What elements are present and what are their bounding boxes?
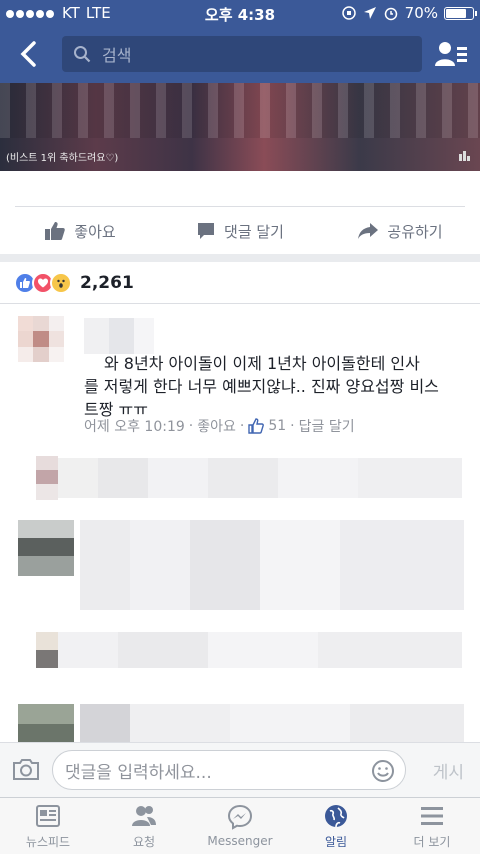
divider <box>0 303 480 304</box>
friend-requests-icon <box>132 805 156 826</box>
blurred-text <box>80 704 464 742</box>
search-bar[interactable]: 검색 <box>62 36 422 72</box>
comment-like-icon <box>248 418 265 434</box>
newsfeed-icon <box>36 804 60 827</box>
tab-label: 더 보기 <box>413 834 451 849</box>
friend-list-icon[interactable] <box>434 39 468 69</box>
blurred-commenter-name <box>84 318 154 354</box>
status-right: 70% <box>341 4 477 22</box>
tab-newsfeed[interactable]: 뉴스피드 <box>0 798 96 854</box>
top-nav-bar: 검색 <box>0 25 480 83</box>
comment-like-link[interactable]: 좋아요 <box>197 416 236 436</box>
blurred-avatar <box>36 632 58 668</box>
tab-label: 알림 <box>324 834 348 849</box>
comment-like-count: 51 <box>268 418 287 434</box>
avatar[interactable] <box>18 316 64 362</box>
like-button[interactable]: 좋아요 <box>0 208 160 254</box>
search-icon <box>62 45 102 63</box>
bottom-tab-bar: 뉴스피드 요청 Messenger 알림 더 보기 <box>0 797 480 854</box>
comment-button[interactable]: 댓글 달기 <box>160 208 320 254</box>
share-arrow-icon <box>358 223 379 239</box>
post-actions: 좋아요 댓글 달기 공유하기 <box>0 208 480 254</box>
tab-label: 요청 <box>132 834 156 849</box>
post-button[interactable]: 게시 <box>433 758 464 783</box>
tab-messenger[interactable]: Messenger <box>192 798 288 854</box>
tab-requests[interactable]: 요청 <box>96 798 192 854</box>
media-caption: (비스트 1위 축하드려요♡) <box>6 153 119 164</box>
like-label: 좋아요 <box>74 222 116 241</box>
thumbs-up-icon <box>45 222 66 240</box>
media-blurred-content <box>0 83 480 138</box>
comment-input-placeholder: 댓글을 입력하세요... <box>65 762 212 783</box>
post-media[interactable]: (비스트 1위 축하드려요♡) <box>0 83 480 171</box>
tab-more[interactable]: 더 보기 <box>384 798 480 854</box>
tab-label: 뉴스피드 <box>25 834 71 849</box>
blurred-text <box>80 520 464 610</box>
comment-line: 와 8년차 아이돌이 이제 1년차 아이돌한테 인사 <box>104 354 420 373</box>
blurred-text <box>58 632 462 668</box>
menu-icon <box>421 806 443 825</box>
wow-reaction-icon <box>50 272 72 294</box>
blurred-avatar <box>18 704 74 742</box>
section-separator <box>0 254 480 262</box>
rotation-lock-icon <box>341 6 356 20</box>
blurred-avatar <box>18 520 74 576</box>
meta-dot: · <box>188 418 194 434</box>
comment-bubble-icon <box>198 223 215 239</box>
comment-line: 를 저렇게 한다 너무 예쁘지않냐.. 진짜 양요섭짱 비스 <box>84 377 439 396</box>
alarm-icon <box>384 7 397 21</box>
globe-icon <box>325 804 347 827</box>
meta-dot: · <box>239 418 245 434</box>
comment-label: 댓글 달기 <box>224 222 284 241</box>
search-placeholder: 검색 <box>102 46 132 65</box>
comment-meta: 어제 오후 10:19 · 좋아요 · 51 · 답글 달기 <box>84 416 355 436</box>
location-icon <box>363 7 376 19</box>
meta-dot: · <box>290 418 295 434</box>
reactions-summary[interactable]: 2,261 <box>14 272 134 294</box>
divider <box>15 206 465 207</box>
blurred-avatar <box>36 456 58 500</box>
comment-input[interactable]: 댓글을 입력하세요... <box>52 750 406 790</box>
tab-notifications[interactable]: 알림 <box>288 798 384 854</box>
camera-icon[interactable] <box>12 757 40 781</box>
stats-icon <box>459 151 470 161</box>
reaction-count: 2,261 <box>80 273 134 293</box>
comment-time: 어제 오후 10:19 <box>84 419 185 435</box>
reply-link[interactable]: 답글 달기 <box>299 416 355 436</box>
blurred-text <box>58 458 462 498</box>
status-bar: KT LTE 오후 4:38 70% <box>0 0 480 25</box>
battery-icon <box>444 6 477 20</box>
share-label: 공유하기 <box>387 222 443 241</box>
back-arrow-icon[interactable] <box>14 39 44 69</box>
messenger-icon <box>227 804 253 830</box>
share-button[interactable]: 공유하기 <box>320 208 480 254</box>
comment-composer: 댓글을 입력하세요... 게시 <box>0 742 480 797</box>
tab-label: Messenger <box>207 834 273 848</box>
emoji-icon[interactable] <box>371 759 395 783</box>
comment-body: 와 8년차 아이돌이 이제 1년차 아이돌한테 인사 를 저렇게 한다 너무 예… <box>84 352 464 421</box>
battery-percent: 70% <box>404 4 438 22</box>
